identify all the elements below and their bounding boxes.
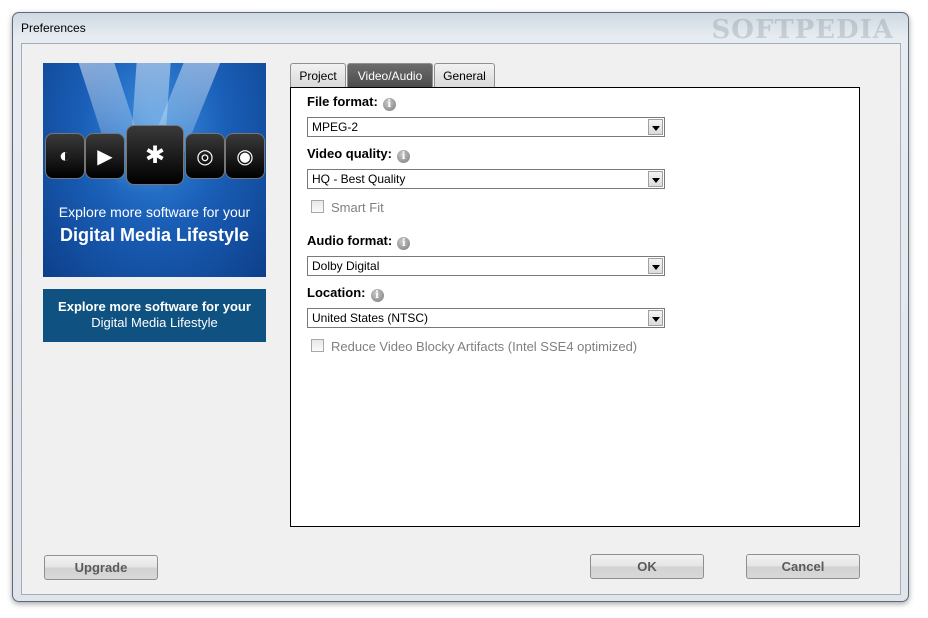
file-format-dropdown[interactable]: MPEG-2 [307, 117, 665, 137]
audio-format-dropdown[interactable]: Dolby Digital [307, 256, 665, 276]
app-icons-row: ◐ ▶ ✱ ◎ ◉ [45, 125, 265, 185]
preferences-window: Preferences SOFTPEDIA ◐ ▶ ✱ ◎ ◉ Explore … [12, 12, 909, 602]
promo-tagline: Explore more software for your [58, 204, 251, 220]
audio-format-label: Audio format: i [307, 233, 411, 250]
smart-fit-label: Smart Fit [331, 200, 384, 215]
dialog-body: ◐ ▶ ✱ ◎ ◉ Explore more software for your… [21, 43, 901, 595]
info-icon[interactable]: i [370, 289, 384, 302]
upgrade-button[interactable]: Upgrade [44, 555, 158, 580]
promo-image[interactable]: ◐ ▶ ✱ ◎ ◉ Explore more software for your… [43, 63, 266, 277]
tab-general[interactable]: General [434, 63, 495, 88]
dvd-app-icon: ◐ [45, 133, 85, 179]
softpedia-watermark: SOFTPEDIA [711, 15, 894, 45]
banner-headline: Digital Media Lifestyle [91, 315, 218, 330]
ok-button[interactable]: OK [590, 554, 704, 579]
webcam-app-icon: ◉ [225, 133, 265, 179]
disc-app-icon: ◎ [185, 133, 225, 179]
video-quality-dropdown[interactable]: HQ - Best Quality [307, 169, 665, 189]
location-dropdown[interactable]: United States (NTSC) [307, 308, 665, 328]
info-icon[interactable]: i [382, 98, 396, 111]
checkbox-box[interactable] [311, 200, 324, 213]
cancel-button[interactable]: Cancel [746, 554, 860, 579]
file-format-value: MPEG-2 [312, 120, 359, 134]
reduce-artifacts-label: Reduce Video Blocky Artifacts (Intel SSE… [331, 339, 638, 354]
tab-project[interactable]: Project [290, 63, 346, 88]
file-format-label: File format: i [307, 94, 396, 111]
banner-tagline: Explore more software for your [58, 299, 251, 314]
audio-format-value: Dolby Digital [312, 259, 380, 273]
chevron-down-icon[interactable] [648, 310, 663, 326]
promo-headline: Digital Media Lifestyle [59, 225, 250, 245]
video-editor-app-icon: ✱ [126, 125, 184, 185]
chevron-down-icon[interactable] [648, 119, 663, 135]
info-icon[interactable]: i [397, 150, 410, 163]
reduce-artifacts-checkbox[interactable]: Reduce Video Blocky Artifacts (Intel SSE… [311, 339, 637, 354]
chevron-down-icon[interactable] [648, 171, 663, 187]
tab-video-audio[interactable]: Video/Audio [347, 63, 433, 88]
window-title: Preferences [21, 21, 86, 35]
info-icon[interactable]: i [397, 237, 411, 250]
video-audio-panel: File format: i MPEG-2 Video quality: i HQ … [290, 87, 860, 527]
checkbox-box[interactable] [311, 339, 324, 352]
video-quality-label: Video quality: i [307, 146, 410, 163]
location-value: United States (NTSC) [312, 311, 429, 325]
chevron-down-icon[interactable] [648, 258, 663, 274]
location-label: Location: i [307, 285, 384, 302]
promo-banner[interactable]: Explore more software for your Digital M… [43, 289, 266, 342]
smart-fit-checkbox[interactable]: Smart Fit [311, 200, 384, 215]
title-bar[interactable]: Preferences SOFTPEDIA [13, 13, 908, 45]
play-app-icon: ▶ [85, 133, 125, 179]
video-quality-value: HQ - Best Quality [312, 172, 406, 186]
